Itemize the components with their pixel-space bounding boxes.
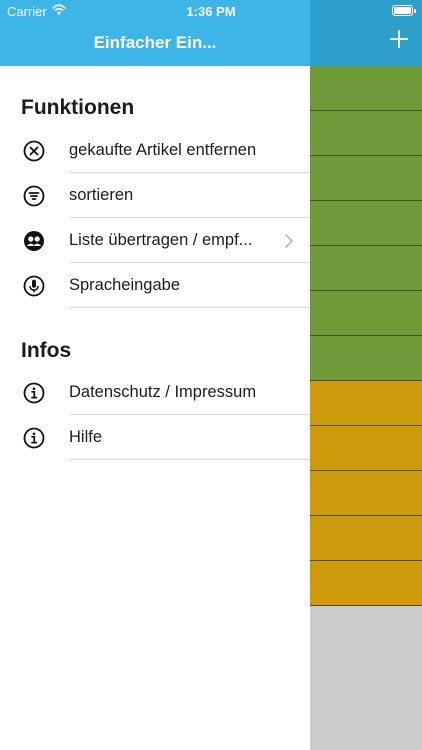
microphone-icon — [23, 275, 45, 297]
list-row[interactable] — [310, 111, 422, 156]
infos-heading: Infos — [21, 339, 72, 362]
list-row[interactable] — [310, 471, 422, 516]
list-row[interactable] — [310, 336, 422, 381]
list-row[interactable] — [310, 156, 422, 201]
list-row[interactable] — [310, 246, 422, 291]
privacy-imprint-label: Datenschutz / Impressum — [69, 383, 257, 401]
share-people-icon — [24, 231, 44, 251]
list-row[interactable] — [310, 66, 422, 111]
list-row[interactable] — [310, 201, 422, 246]
list-row[interactable] — [310, 426, 422, 471]
remove-bought-items-label: gekaufte Artikel entfernen — [69, 141, 257, 159]
battery-icon — [392, 5, 416, 16]
divider — [69, 262, 310, 263]
filter-icon — [23, 185, 45, 207]
remove-bought-items[interactable]: gekaufte Artikel entfernen — [0, 129, 310, 173]
status-bar: Carrier 1:36 PM — [0, 0, 422, 22]
clock: 1:36 PM — [186, 4, 236, 19]
voice-input[interactable]: Spracheingabe — [0, 264, 310, 308]
voice-input-label: Spracheingabe — [69, 276, 181, 294]
share-list[interactable]: Liste übertragen / empf... — [0, 219, 310, 263]
sort-items-label: sortieren — [69, 186, 134, 204]
help-label: Hilfe — [69, 428, 103, 446]
background-rows — [310, 66, 422, 606]
chevron-right-icon — [285, 234, 293, 248]
info-icon — [23, 382, 45, 404]
functions-heading: Funktionen — [21, 96, 135, 119]
info-icon — [23, 427, 45, 449]
list-row[interactable] — [310, 291, 422, 336]
help[interactable]: Hilfe — [0, 416, 310, 460]
add-icon[interactable] — [390, 30, 408, 48]
share-list-label: Liste übertragen / empf... — [69, 231, 253, 249]
divider — [69, 459, 310, 460]
divider — [69, 217, 310, 218]
side-menu: Einfacher Ein... Funktionen gekaufte Art… — [0, 0, 310, 750]
divider — [69, 414, 310, 415]
list-row[interactable] — [310, 561, 422, 606]
sort-items[interactable]: sortieren — [0, 174, 310, 218]
x-circle-icon — [23, 140, 45, 162]
list-row[interactable] — [310, 381, 422, 426]
privacy-imprint[interactable]: Datenschutz / Impressum — [0, 371, 310, 415]
divider — [69, 307, 310, 308]
list-row[interactable] — [310, 516, 422, 561]
app-title: Einfacher Ein... — [93, 33, 217, 52]
background-list — [310, 0, 422, 750]
divider — [69, 172, 310, 173]
